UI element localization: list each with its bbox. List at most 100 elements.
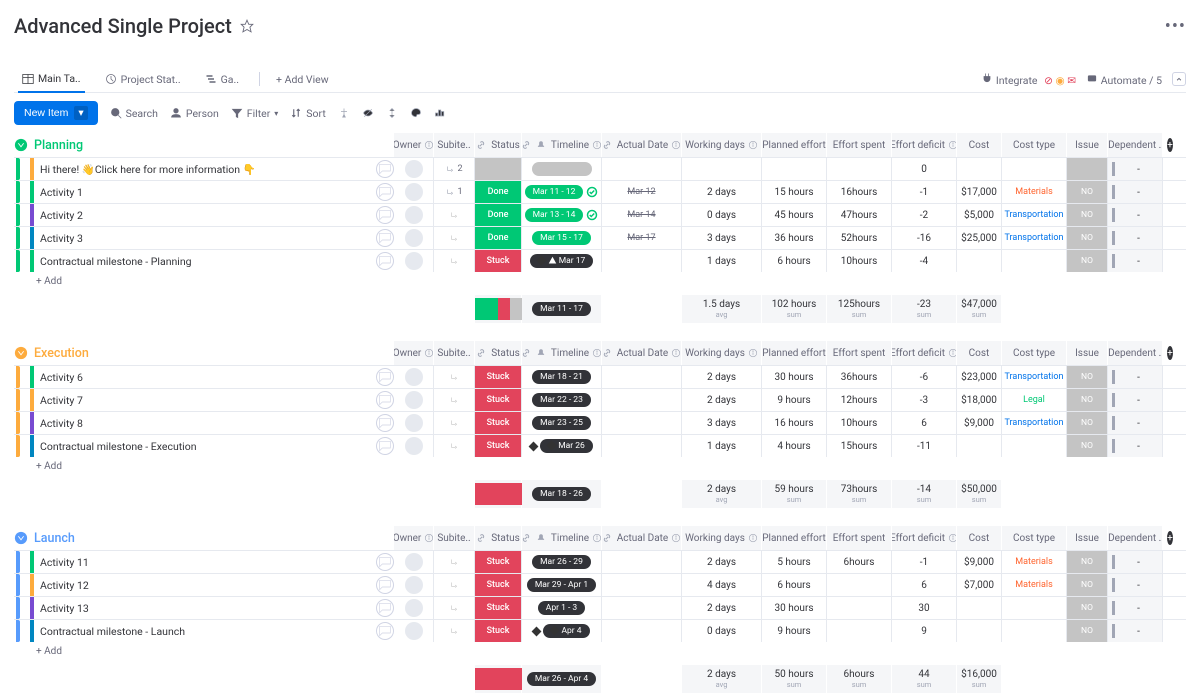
add-item-button[interactable]: + Add bbox=[14, 457, 1186, 476]
actual-date-cell[interactable] bbox=[602, 366, 682, 388]
owner-cell[interactable] bbox=[394, 574, 434, 596]
timeline-cell[interactable]: Mar 18 - 21 bbox=[522, 366, 602, 388]
group-name[interactable]: Launch bbox=[34, 531, 75, 546]
table-row[interactable]: Hi there! 👋Click here for more informati… bbox=[14, 158, 394, 180]
group-name[interactable]: Planning bbox=[34, 138, 83, 153]
timeline-cell[interactable]: Mar 23 - 25 bbox=[522, 412, 602, 434]
timeline-cell[interactable]: Mar 29 - Apr 1 bbox=[522, 574, 602, 596]
conversation-icon[interactable] bbox=[376, 206, 394, 224]
table-row[interactable]: Activity 12 bbox=[14, 574, 394, 596]
subitems-cell[interactable] bbox=[434, 620, 475, 642]
status-cell[interactable]: Stuck bbox=[475, 250, 522, 272]
dependent-cell[interactable]: - bbox=[1108, 574, 1163, 596]
actual-date-cell[interactable]: Mar 12 bbox=[602, 181, 682, 203]
table-row[interactable]: Activity 11 bbox=[14, 551, 394, 573]
dependent-cell[interactable]: - bbox=[1108, 551, 1163, 573]
task-name[interactable]: Activity 11 bbox=[40, 556, 89, 569]
conversation-icon[interactable] bbox=[376, 391, 394, 409]
issue-cell[interactable]: NO bbox=[1067, 204, 1108, 226]
add-column-button[interactable]: + bbox=[1167, 531, 1173, 545]
conversation-icon[interactable] bbox=[376, 576, 394, 594]
subitems-cell[interactable] bbox=[434, 227, 475, 249]
collapse-group-icon[interactable] bbox=[14, 346, 28, 360]
owner-cell[interactable] bbox=[394, 389, 434, 411]
col-effort-deficit[interactable]: Effort deficit bbox=[892, 526, 957, 550]
actual-date-cell[interactable]: Mar 17 bbox=[602, 227, 682, 249]
col-status[interactable]: Status bbox=[475, 526, 522, 550]
col-working-days[interactable]: Working days bbox=[682, 341, 762, 365]
issue-cell[interactable]: NO bbox=[1067, 597, 1108, 619]
table-row[interactable]: Activity 2 bbox=[14, 204, 394, 226]
subitems-cell[interactable] bbox=[434, 412, 475, 434]
col-cost-type[interactable]: Cost type bbox=[1002, 133, 1067, 157]
add-item-button[interactable]: + Add bbox=[14, 272, 1186, 291]
issue-cell[interactable]: NO bbox=[1067, 181, 1108, 203]
dependent-cell[interactable]: - bbox=[1108, 204, 1163, 226]
col-timeline[interactable]: Timeline bbox=[522, 526, 602, 550]
table-row[interactable]: Activity 7 bbox=[14, 389, 394, 411]
task-name[interactable]: Activity 7 bbox=[40, 394, 83, 407]
task-name[interactable]: Activity 2 bbox=[40, 209, 83, 222]
issue-cell[interactable]: NO bbox=[1067, 412, 1108, 434]
issue-cell[interactable]: NO bbox=[1067, 366, 1108, 388]
col-owner[interactable]: Owner bbox=[394, 526, 434, 550]
owner-cell[interactable] bbox=[394, 204, 434, 226]
task-name[interactable]: Activity 6 bbox=[40, 371, 83, 384]
table-row[interactable]: Contractual milestone - Planning bbox=[14, 250, 394, 272]
col-issue[interactable]: Issue bbox=[1067, 133, 1108, 157]
dependent-cell[interactable]: - bbox=[1108, 620, 1163, 642]
timeline-cell[interactable]: Apr 4 bbox=[522, 620, 602, 642]
issue-cell[interactable]: NO bbox=[1067, 250, 1108, 272]
owner-cell[interactable] bbox=[394, 435, 434, 457]
new-item-button[interactable]: New Item ▾ bbox=[14, 101, 98, 125]
col-timeline[interactable]: Timeline bbox=[522, 133, 602, 157]
dependent-cell[interactable]: - bbox=[1108, 227, 1163, 249]
col-status[interactable]: Status bbox=[475, 133, 522, 157]
dependent-cell[interactable]: - bbox=[1108, 597, 1163, 619]
conversation-icon[interactable] bbox=[376, 414, 394, 432]
col-cost[interactable]: Cost bbox=[957, 526, 1002, 550]
tab-project-status[interactable]: Project Stat.. bbox=[101, 67, 185, 92]
conversation-icon[interactable] bbox=[376, 160, 394, 178]
search-button[interactable]: Search bbox=[110, 107, 158, 120]
owner-cell[interactable] bbox=[394, 412, 434, 434]
collapse-group-icon[interactable] bbox=[14, 531, 28, 545]
col-issue[interactable]: Issue bbox=[1067, 341, 1108, 365]
color-icon[interactable] bbox=[410, 107, 422, 119]
status-cell[interactable]: Stuck bbox=[475, 435, 522, 457]
height-icon[interactable] bbox=[386, 107, 398, 119]
group-name[interactable]: Execution bbox=[34, 346, 89, 361]
star-icon[interactable] bbox=[240, 19, 254, 33]
add-column-button[interactable]: + bbox=[1167, 346, 1173, 360]
col-actual-date[interactable]: Actual Date bbox=[602, 133, 682, 157]
subitems-cell[interactable] bbox=[434, 574, 475, 596]
actual-date-cell[interactable] bbox=[602, 435, 682, 457]
task-name[interactable]: Activity 13 bbox=[40, 602, 89, 615]
dependent-cell[interactable]: - bbox=[1108, 250, 1163, 272]
col-actual-date[interactable]: Actual Date bbox=[602, 341, 682, 365]
col-subitems[interactable]: Subite.. bbox=[434, 341, 475, 365]
conversation-icon[interactable] bbox=[376, 599, 394, 617]
person-filter-button[interactable]: Person bbox=[170, 107, 219, 120]
chevron-down-icon[interactable]: ▾ bbox=[74, 106, 87, 120]
tab-gantt[interactable]: Ga.. bbox=[201, 67, 243, 92]
owner-cell[interactable] bbox=[394, 597, 434, 619]
collapse-group-icon[interactable] bbox=[14, 138, 28, 152]
dependent-cell[interactable]: - bbox=[1108, 389, 1163, 411]
integrate-button[interactable]: Integrate ⊘ ◉ ✉ bbox=[981, 72, 1076, 87]
timeline-cell[interactable]: Mar 26 - 29 bbox=[522, 551, 602, 573]
subitems-cell[interactable]: 1 bbox=[434, 181, 475, 203]
owner-cell[interactable] bbox=[394, 366, 434, 388]
timeline-cell[interactable]: Mar 15 - 17 bbox=[522, 227, 602, 249]
timeline-cell[interactable]: Mar 13 - 14 bbox=[522, 204, 602, 226]
col-timeline[interactable]: Timeline bbox=[522, 341, 602, 365]
timeline-cell[interactable] bbox=[522, 158, 602, 180]
pin-icon[interactable] bbox=[338, 107, 350, 119]
subitems-cell[interactable]: 2 bbox=[434, 158, 475, 180]
col-owner[interactable]: Owner bbox=[394, 341, 434, 365]
col-cost-type[interactable]: Cost type bbox=[1002, 341, 1067, 365]
task-name[interactable]: Activity 8 bbox=[40, 417, 83, 430]
col-effort-deficit[interactable]: Effort deficit bbox=[892, 341, 957, 365]
col-actual-date[interactable]: Actual Date bbox=[602, 526, 682, 550]
dependent-cell[interactable]: - bbox=[1108, 181, 1163, 203]
